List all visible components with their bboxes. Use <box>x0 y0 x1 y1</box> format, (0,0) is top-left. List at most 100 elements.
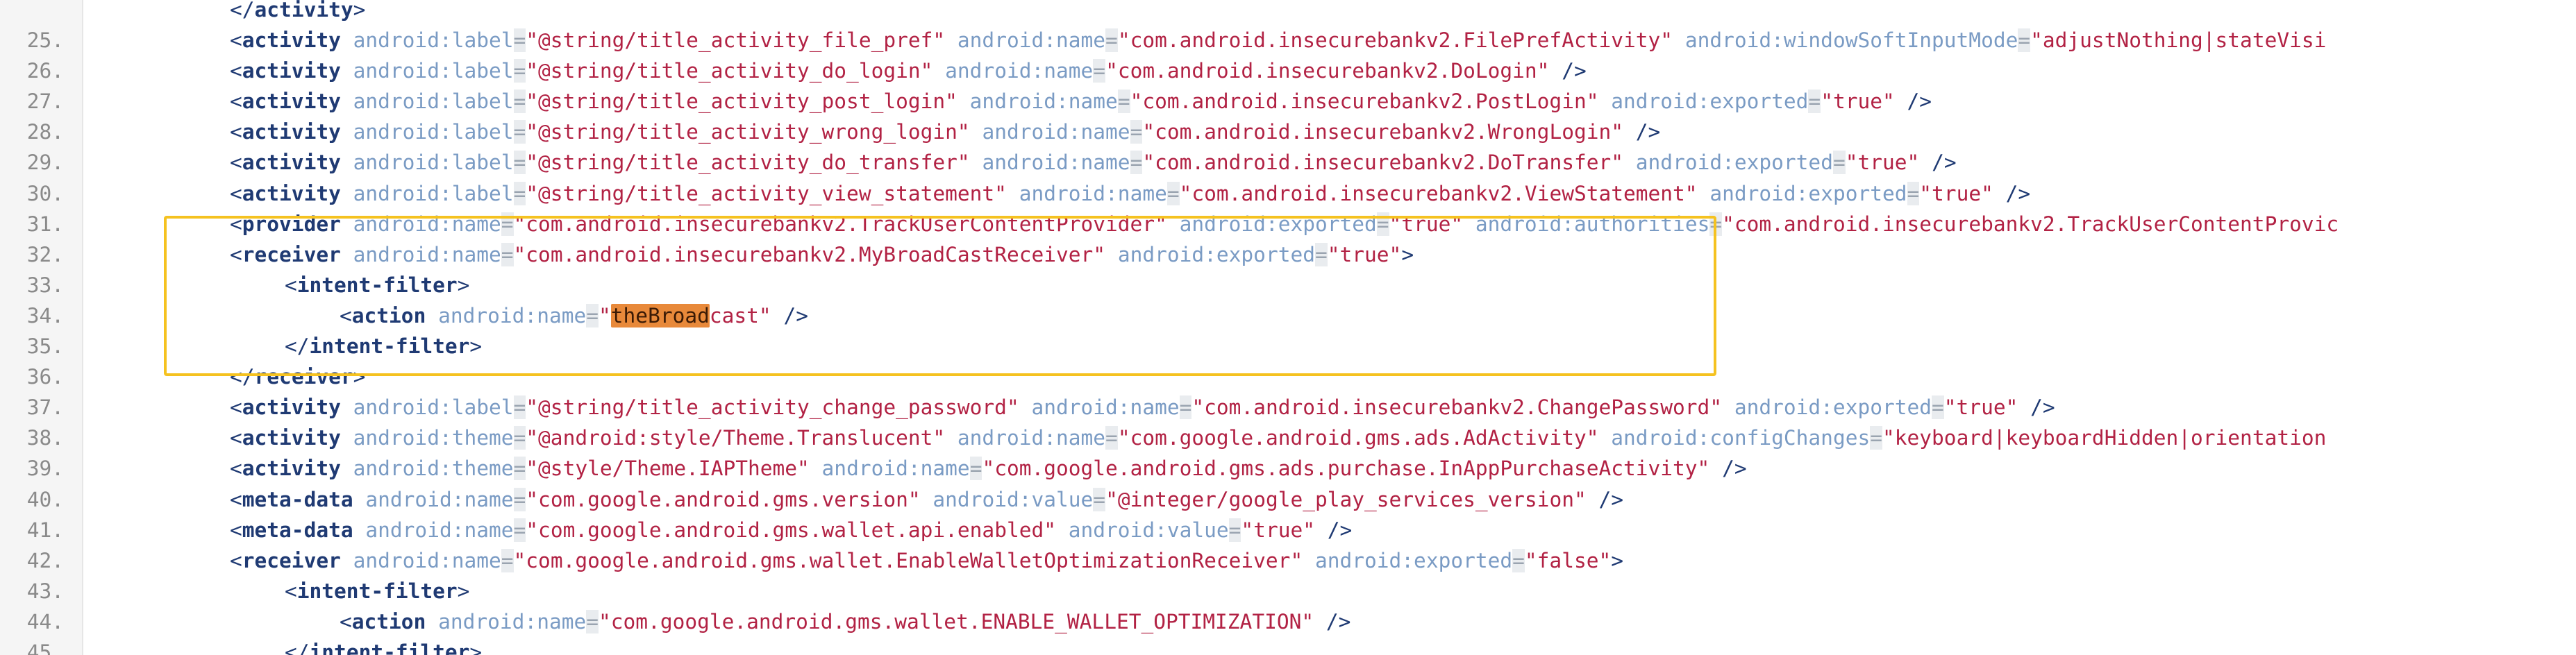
search-match: theBroad <box>610 303 710 328</box>
line-source: <provider android:name="com.android.inse… <box>230 209 2339 239</box>
equals-sign: = <box>513 395 526 420</box>
code-line[interactable]: 43. <intent-filter> <box>0 576 2576 606</box>
equals-sign: = <box>513 457 526 481</box>
bracket: /> <box>1325 609 1351 633</box>
attribute-name: android:name <box>982 120 1130 144</box>
tag-name: provider <box>242 212 341 236</box>
line-source: <intent-filter> <box>285 576 469 606</box>
equals-sign: = <box>1832 151 1846 175</box>
tag-name: activity <box>254 0 353 22</box>
equals-sign: = <box>1166 181 1180 205</box>
bracket: > <box>353 0 366 22</box>
tag-name: receiver <box>242 242 341 266</box>
line-source: <action android:name="theBroadcast" /> <box>340 300 808 331</box>
equals-sign: = <box>1093 487 1106 511</box>
line-number: 29. <box>26 151 64 175</box>
attribute-value: "com.google.android.gms.wallet.api.enabl… <box>526 518 1056 542</box>
equals-sign: = <box>513 28 526 53</box>
code-line[interactable]: 34. <action android:name="theBroadcast" /… <box>0 300 2576 331</box>
code-line[interactable]: 39. <activity android:theme="@style/Theme… <box>0 453 2576 484</box>
code-line[interactable]: 28. <activity android:label="@string/titl… <box>0 117 2576 147</box>
attribute-value: "com.android.insecurebankv2.PostLogin" <box>1130 90 1599 114</box>
attribute-value: "true" <box>1845 151 1920 175</box>
equals-sign: = <box>501 212 514 236</box>
equals-sign: = <box>1179 395 1192 420</box>
line-source: <intent-filter> <box>285 270 469 300</box>
equals-sign: = <box>586 609 599 633</box>
code-line[interactable]: 38. <activity android:theme="@android:sty… <box>0 423 2576 453</box>
code-line[interactable]: 26. <activity android:label="@string/titl… <box>0 56 2576 86</box>
code-line[interactable]: 40. <meta-data android:name="com.google.a… <box>0 484 2576 515</box>
attribute-value: "true" <box>1821 90 1895 114</box>
attribute-name: android:name <box>353 548 501 572</box>
code-line[interactable]: 35. </intent-filter> <box>0 331 2576 361</box>
tag-name: intent-filter <box>309 640 470 655</box>
attribute-name: android:exported <box>1314 548 1513 572</box>
line-source: </receiver> <box>230 361 365 392</box>
attribute-value: "com.android.insecurebankv2.DoTransfer" <box>1142 151 1624 175</box>
line-number: 34. <box>26 303 64 328</box>
line-number: 40. <box>26 487 64 511</box>
equals-sign: = <box>501 548 514 572</box>
equals-sign: = <box>2018 28 2031 53</box>
attribute-name: android:exported <box>1611 90 1809 114</box>
attribute-value: "keyboard|keyboardHidden|orientation <box>1882 426 2327 450</box>
code-line[interactable]: 25. <activity android:label="@string/titl… <box>0 25 2576 56</box>
code-line[interactable]: </activity> <box>0 0 2576 25</box>
bracket: /> <box>2030 395 2055 420</box>
attribute-name: android:value <box>1068 518 1229 542</box>
attribute-name: android:name <box>821 457 970 481</box>
equals-sign: = <box>586 303 599 328</box>
code-line[interactable]: 42. <receiver android:name="com.google.an… <box>0 545 2576 576</box>
bracket: < <box>230 548 242 572</box>
code-line[interactable]: 32. <receiver android:name="com.android.i… <box>0 239 2576 270</box>
line-source: <receiver android:name="com.android.inse… <box>230 239 1414 270</box>
code-line[interactable]: 29. <activity android:label="@string/titl… <box>0 147 2576 178</box>
bracket: < <box>230 120 242 144</box>
line-number: 41. <box>26 518 64 542</box>
code-line[interactable]: 30. <activity android:label="@string/titl… <box>0 178 2576 209</box>
equals-sign: = <box>501 242 514 266</box>
code-line[interactable]: 37. <activity android:label="@string/titl… <box>0 392 2576 423</box>
attribute-name: android:name <box>957 28 1106 53</box>
code-line[interactable]: 44. <action android:name="com.google.andr… <box>0 606 2576 637</box>
attribute-value: "com.google.android.gms.ads.AdActivity" <box>1117 426 1599 450</box>
equals-sign: = <box>513 518 526 542</box>
attribute-value: "com.android.insecurebankv2.DoLogin" <box>1105 59 1550 83</box>
attribute-name: android:name <box>353 242 501 266</box>
bracket: > <box>469 334 483 359</box>
code-line[interactable]: 36. </receiver> <box>0 361 2576 392</box>
attribute-name: android:name <box>353 212 501 236</box>
equals-sign: = <box>1376 212 1389 236</box>
code-line[interactable]: 45. </intent-filter> <box>0 637 2576 655</box>
attribute-name: android:label <box>353 120 514 144</box>
attribute-value: "@string/title_activity_file_pref" <box>526 28 946 53</box>
attribute-name: android:configChanges <box>1611 426 1871 450</box>
bracket: > <box>457 579 470 603</box>
code-line[interactable]: 31. <provider android:name="com.android.i… <box>0 209 2576 239</box>
tag-name: meta-data <box>242 487 353 511</box>
code-line[interactable]: 27. <activity android:label="@string/titl… <box>0 86 2576 117</box>
attribute-name: android:name <box>945 59 1094 83</box>
equals-sign: = <box>1932 395 1944 420</box>
equals-sign: = <box>1093 59 1106 83</box>
line-source: <meta-data android:name="com.google.andr… <box>230 515 1352 545</box>
line-source: <receiver android:name="com.google.andro… <box>230 545 1623 576</box>
attribute-value: "@string/title_activity_do_transfer" <box>526 151 970 175</box>
attribute-name: android:authorities <box>1475 212 1710 236</box>
equals-sign: = <box>1117 90 1130 114</box>
code-line[interactable]: 33. <intent-filter> <box>0 270 2576 300</box>
bracket: < <box>230 151 242 175</box>
attribute-name: android:exported <box>1179 212 1377 236</box>
code-area[interactable]: </activity> 25. <activity android:label="@… <box>0 0 2576 655</box>
tag-name: activity <box>242 151 341 175</box>
bracket: </ <box>285 334 310 359</box>
bracket: < <box>230 28 242 53</box>
attribute-value: "com.google.android.gms.wallet.EnableWal… <box>513 548 1303 572</box>
line-source: </intent-filter> <box>285 331 482 361</box>
line-number: 37. <box>26 395 64 420</box>
line-source: <activity android:label="@string/title_a… <box>230 86 1932 117</box>
code-line[interactable]: 41. <meta-data android:name="com.google.a… <box>0 515 2576 545</box>
code-viewer[interactable]: </activity> 25. <activity android:label="@… <box>0 0 2576 655</box>
bracket: </ <box>230 0 255 22</box>
